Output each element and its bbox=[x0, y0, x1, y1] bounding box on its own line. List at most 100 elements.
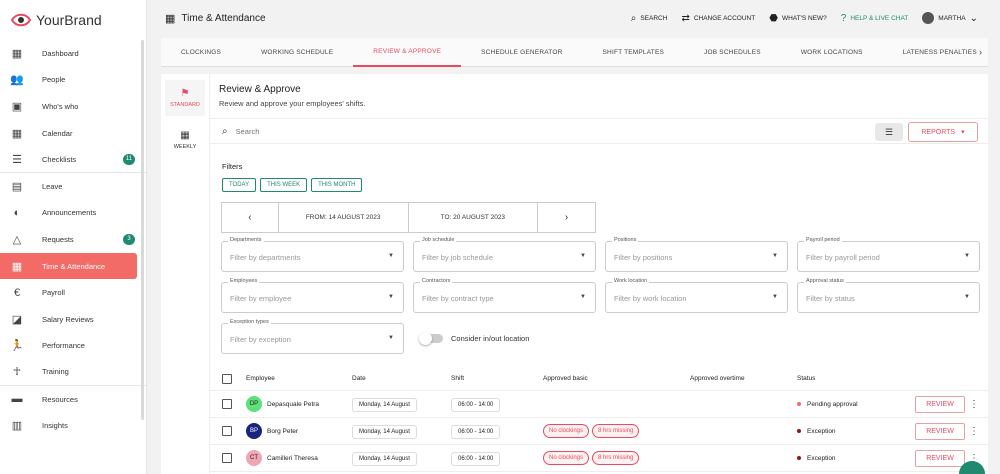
caret-down-icon: ▼ bbox=[964, 253, 970, 259]
filter-approval-status-select[interactable]: Approval status Filter by status ▼ bbox=[797, 278, 980, 313]
tab-review-approve[interactable]: REVIEW & APPROVE bbox=[353, 38, 462, 67]
sidebar-item-label: People bbox=[42, 75, 66, 85]
caret-down-icon: ▼ bbox=[388, 335, 394, 341]
caret-down-icon: ▼ bbox=[772, 253, 778, 259]
sidebar-item-insights[interactable]: ▥ Insights bbox=[0, 412, 146, 439]
calendar-icon: ▦ bbox=[165, 12, 176, 25]
tab-schedule-generator[interactable]: SCHEDULE GENERATOR bbox=[461, 38, 582, 67]
more-vert-icon[interactable]: ⋮ bbox=[969, 399, 979, 410]
megaphone-icon: ◐ bbox=[13, 206, 21, 219]
column-header-employee[interactable]: Employee bbox=[246, 375, 275, 382]
sidebar-item-performance[interactable]: 🏃 Performance bbox=[0, 333, 146, 360]
sidebar-item-resources[interactable]: ▬ Resources bbox=[0, 386, 146, 413]
column-header-status[interactable]: Status bbox=[797, 375, 815, 382]
date-cell: Monday, 14 August bbox=[352, 424, 417, 439]
sidebar-item-announcements[interactable]: ◐ Announcements bbox=[0, 200, 146, 227]
sidebar-item-requests[interactable]: △ Requests 3 bbox=[0, 226, 146, 253]
search-button[interactable]: ⌕ SEARCH bbox=[631, 13, 668, 24]
date-from[interactable]: FROM: 14 AUGUST 2023 bbox=[279, 203, 409, 232]
reports-button[interactable]: REPORTS ▾ bbox=[908, 122, 978, 142]
column-header-shift[interactable]: Shift bbox=[451, 375, 464, 382]
avatar: CT bbox=[246, 450, 262, 466]
sidebar-item-who-s-who[interactable]: ▣ Who's who bbox=[0, 93, 146, 120]
table-row[interactable]: CT Camilleri Theresa Monday, 14 August 06:0… bbox=[210, 445, 988, 472]
tab-working-schedule[interactable]: WORKING SCHEDULE bbox=[241, 38, 353, 67]
filter-work-location-select[interactable]: Work location Filter by work location ▼ bbox=[605, 278, 788, 313]
swap-icon: ⇄ bbox=[681, 12, 690, 24]
sidebar-item-label: Announcements bbox=[42, 208, 97, 218]
table-row[interactable]: BP Borg Peter Monday, 14 August 06:00 - 14:… bbox=[210, 418, 988, 445]
column-header-date[interactable]: Date bbox=[352, 375, 366, 382]
table-row[interactable]: DP Depasquale Petra Monday, 14 August 06:00… bbox=[210, 391, 988, 418]
select-all-checkbox[interactable] bbox=[222, 373, 232, 384]
sidebar-item-dashboard[interactable]: ▦ Dashboard bbox=[0, 40, 146, 67]
column-header-approved-basic[interactable]: Approved basic bbox=[543, 375, 588, 382]
sidebar-item-training[interactable]: ☥ Training bbox=[0, 359, 146, 386]
tab-shift-templates[interactable]: SHIFT TEMPLATES bbox=[583, 38, 685, 67]
review-button[interactable]: REVIEW bbox=[915, 449, 965, 467]
sidebar-item-calendar[interactable]: ▦ Calendar bbox=[0, 120, 146, 147]
sidebar-scrollbar[interactable] bbox=[141, 40, 144, 420]
quick-filter-this-month[interactable]: THIS MONTH bbox=[311, 178, 363, 192]
view-weekly[interactable]: ▦ WEEKLY bbox=[165, 122, 205, 158]
whats-new-button[interactable]: ⬣ WHAT'S NEW? bbox=[769, 13, 827, 24]
view-standard[interactable]: ⚑ STANDARD bbox=[165, 80, 205, 116]
quick-filter-this-week[interactable]: THIS WEEK bbox=[260, 178, 308, 192]
euro-icon: € bbox=[13, 286, 21, 299]
filter-employees-select[interactable]: Employees Filter by employee ▼ bbox=[221, 278, 404, 313]
tab-work-locations[interactable]: WORK LOCATIONS bbox=[781, 38, 883, 67]
chevron-left-icon: ‹ bbox=[248, 212, 252, 223]
search-icon: ⌕ bbox=[630, 12, 637, 24]
search-input[interactable] bbox=[235, 126, 536, 136]
filter-job-schedule-select[interactable]: Job schedule Filter by job schedule ▼ bbox=[413, 237, 596, 272]
tab-clockings[interactable]: CLOCKINGS bbox=[161, 38, 241, 67]
brand[interactable]: YourBrand bbox=[0, 0, 146, 40]
section-header: Review & Approve Review and approve your… bbox=[210, 74, 988, 108]
toggle-switch[interactable] bbox=[419, 332, 443, 345]
tab-job-schedules[interactable]: JOB SCHEDULES bbox=[684, 38, 781, 67]
consider-location-toggle[interactable]: Consider in/out location bbox=[419, 323, 529, 354]
help-live-chat-button[interactable]: ? HELP & LIVE CHAT bbox=[841, 13, 908, 24]
filter-positions-select[interactable]: Positions Filter by positions ▼ bbox=[605, 237, 788, 272]
employee-name[interactable]: Borg Peter bbox=[267, 428, 298, 435]
quick-filter-today[interactable]: TODAY bbox=[222, 178, 257, 192]
chevron-right-icon[interactable]: › bbox=[979, 47, 982, 57]
more-vert-icon[interactable]: ⋮ bbox=[969, 426, 979, 437]
sidebar-item-leave[interactable]: ▤ Leave bbox=[0, 173, 146, 200]
caret-down-icon: ▼ bbox=[388, 294, 394, 300]
sidebar-item-label: Requests bbox=[42, 234, 74, 244]
column-header-approved-overtime[interactable]: Approved overtime bbox=[690, 375, 745, 382]
sidebar-item-label: Resources bbox=[42, 394, 78, 404]
prev-week-button[interactable]: ‹ bbox=[222, 203, 279, 232]
chevron-right-icon: › bbox=[564, 212, 569, 223]
row-checkbox[interactable] bbox=[222, 453, 232, 463]
employee-name[interactable]: Depasquale Petra bbox=[267, 401, 319, 408]
date-to[interactable]: TO: 20 AUGUST 2023 bbox=[409, 203, 539, 232]
employee-name[interactable]: Camilleri Theresa bbox=[267, 455, 318, 462]
sidebar-item-people[interactable]: 👥 People bbox=[0, 67, 146, 94]
help-label: HELP & LIVE CHAT bbox=[850, 14, 909, 22]
search-label: SEARCH bbox=[640, 14, 668, 22]
sidebar-item-checklists[interactable]: ☰ Checklists 11 bbox=[0, 146, 146, 173]
sidebar-item-time-attendance[interactable]: ▦ Time & Attendance bbox=[0, 252, 137, 280]
user-menu[interactable]: MARTHA ⌄ bbox=[922, 12, 978, 24]
filter-exception-types-select[interactable]: Exception types Filter by exception ▼ bbox=[221, 319, 404, 354]
review-button[interactable]: REVIEW bbox=[915, 395, 965, 413]
filter-contractors-select[interactable]: Contractors Filter by contract type ▼ bbox=[413, 278, 596, 313]
sidebar-item-label: Insights bbox=[42, 421, 68, 431]
filter-toggle-button[interactable]: ☰ bbox=[875, 123, 903, 141]
next-week-button[interactable]: › bbox=[538, 203, 595, 232]
date-pill: Monday, 14 August bbox=[352, 451, 417, 466]
people-icon: 👥 bbox=[10, 74, 24, 87]
row-checkbox[interactable] bbox=[222, 399, 232, 409]
top-bar: ▦ Time & Attendance ⌕ SEARCH ⇄ CHANGE AC… bbox=[147, 0, 1000, 36]
change-account-button[interactable]: ⇄ CHANGE ACCOUNT bbox=[681, 13, 755, 24]
row-checkbox[interactable] bbox=[222, 426, 232, 436]
search-icon: ⌕ bbox=[222, 125, 228, 137]
sidebar-item-salary-reviews[interactable]: ◪ Salary Reviews bbox=[0, 306, 146, 333]
sidebar-item-payroll[interactable]: € Payroll bbox=[0, 279, 146, 306]
filter-departments-select[interactable]: Departments Filter by departments ▼ bbox=[221, 237, 404, 272]
review-button[interactable]: REVIEW bbox=[915, 422, 965, 440]
sidebar-item-label: Checklists bbox=[42, 154, 77, 164]
filter-payroll-period-select[interactable]: Payroll period Filter by payroll period ▼ bbox=[797, 237, 980, 272]
